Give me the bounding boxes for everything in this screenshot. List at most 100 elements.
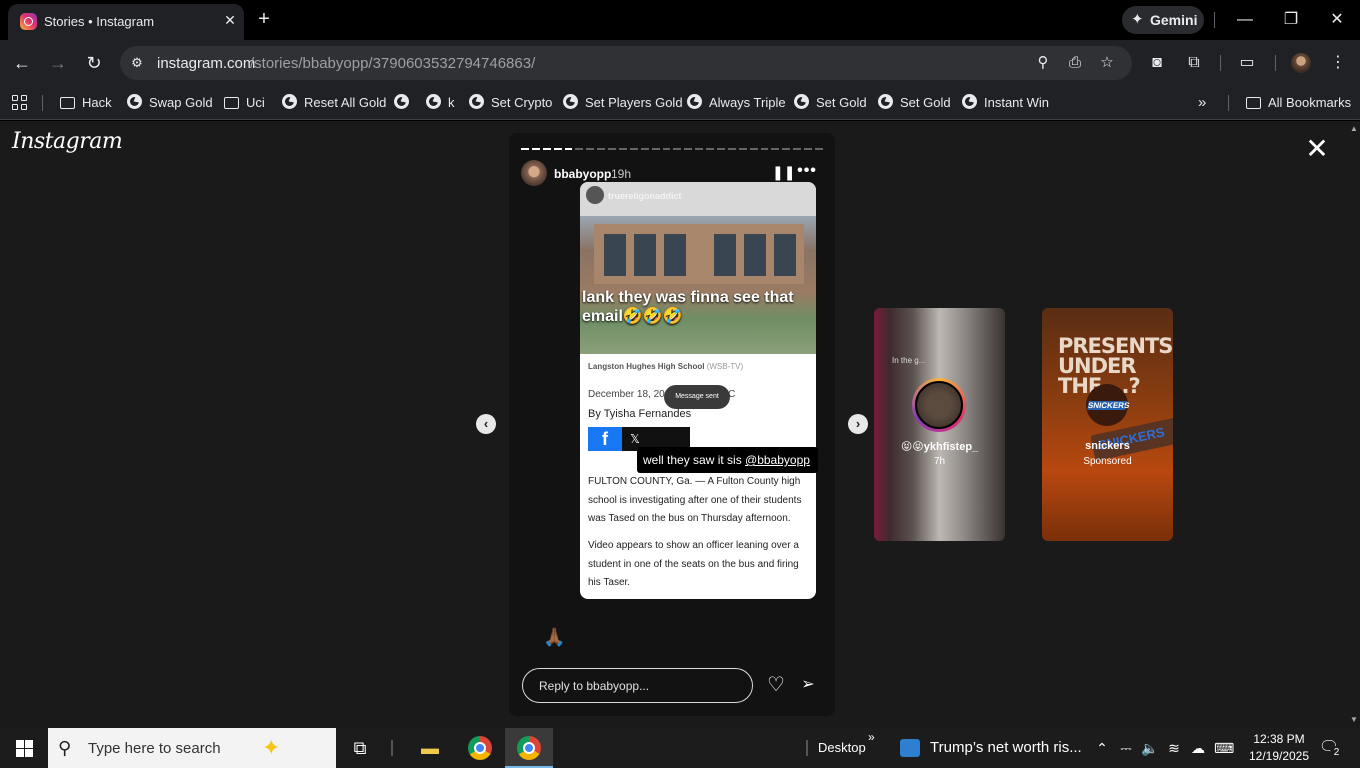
bookmark-hack[interactable]: Hack [60, 92, 112, 114]
notification-count-badge: 2 [1330, 746, 1343, 759]
browser-toolbar: ← → ↻ ⚙ instagram.com /stories/bbabyopp/… [0, 40, 1360, 86]
extensions-icon[interactable]: ⧉ [1183, 52, 1205, 74]
news-widget-text[interactable]: Trump’s net worth ris... [930, 739, 1082, 756]
story-progress-bar [521, 148, 823, 150]
progress-segment [521, 148, 529, 150]
show-hidden-icons-chevron-icon[interactable]: ⌃ [1092, 738, 1112, 758]
page-scrollbar[interactable]: ▲ ▼ [1348, 121, 1360, 728]
bookmark-set-crypto[interactable]: Set Crypto [469, 92, 552, 114]
divider [1220, 55, 1221, 71]
sticker-mention[interactable]: @bbabyopp [745, 453, 810, 467]
windows-start-icon[interactable] [0, 728, 48, 768]
bookmark-always-triple[interactable]: Always Triple [687, 92, 786, 114]
reply-input[interactable] [522, 668, 753, 703]
bookmark-swap-gold[interactable]: Swap Gold [127, 92, 213, 114]
story-user-avatar[interactable] [521, 160, 547, 186]
taskbar-search-box[interactable]: ⚲ Type here to search ✦ [48, 728, 336, 768]
story-timestamp: 19h [611, 167, 632, 181]
bookmark-label: Set Crypto [491, 95, 553, 110]
incognito-glasses-icon[interactable]: ◙ [1146, 52, 1168, 74]
all-bookmarks-button[interactable]: All Bookmarks [1246, 92, 1351, 114]
menu-dots-icon[interactable]: ⋮ [1327, 52, 1349, 74]
bookmark-star-icon[interactable]: ☆ [1097, 53, 1117, 73]
tab-instagram-stories[interactable]: Stories • Instagram ✕ [8, 4, 244, 40]
instagram-logo[interactable]: Instagram [12, 129, 123, 154]
preview-username: 😝😝ykhfistep_ [900, 441, 979, 453]
profile-avatar[interactable] [1291, 53, 1311, 73]
wifi-icon[interactable]: ≋ [1164, 738, 1184, 758]
more-options-icon[interactable]: ••• [797, 163, 817, 179]
onedrive-icon[interactable]: ☁ [1188, 738, 1208, 758]
bookmark-unnamed[interactable] [394, 92, 416, 114]
next-story-preview[interactable]: In the g... 😝😝ykhfistep_ 7h [874, 308, 1005, 541]
progress-segment [782, 148, 791, 150]
reload-icon[interactable]: ↻ [81, 50, 107, 76]
progress-segment [749, 148, 758, 150]
embedded-screenshot: truereligonaddict lank they was finna se… [580, 182, 816, 599]
taskbar-divider [391, 740, 393, 756]
tab-search-icon[interactable]: ▭ [1236, 52, 1258, 74]
forward-arrow-icon[interactable]: → [45, 50, 71, 76]
reaction-emoji[interactable]: 🙏🏾 [543, 627, 565, 648]
window-close-icon[interactable]: ✕ [1325, 8, 1349, 32]
back-arrow-icon[interactable]: ← [9, 50, 35, 76]
preview-time: 7h [933, 456, 946, 467]
file-explorer-icon[interactable]: ▬ [416, 734, 444, 762]
progress-segment [684, 148, 693, 150]
gemini-button[interactable]: ✦ Gemini [1122, 6, 1204, 34]
like-heart-icon[interactable]: ♡ [765, 674, 787, 696]
address-bar[interactable]: ⚙ instagram.com /stories/bbabyopp/379060… [120, 46, 1132, 80]
progress-segment [629, 148, 638, 150]
story-username[interactable]: bbabyopp [554, 167, 611, 181]
minimize-icon[interactable]: — [1233, 8, 1257, 32]
apps-grid-icon[interactable] [12, 95, 28, 111]
sticker-text: well they saw it sis [643, 453, 746, 467]
volume-icon[interactable]: 🔈 [1140, 738, 1160, 758]
bookmark-reset-all-gold[interactable]: Reset All Gold [282, 92, 386, 114]
taskbar-divider [806, 740, 808, 756]
photo-caption-text: Langston Hughes High School [588, 362, 705, 371]
task-view-icon[interactable]: ⧉ [346, 734, 374, 762]
bookmark-label: k [448, 95, 455, 110]
chrome-active-window[interactable] [505, 728, 553, 768]
send-icon[interactable]: ➢ [797, 674, 819, 696]
keyboard-icon[interactable]: ⌨ [1214, 738, 1234, 758]
facebook-share-icon: f [588, 427, 622, 451]
clock-date[interactable]: 12/19/2025 [1246, 749, 1312, 763]
site-info-icon[interactable]: ⚙ [128, 54, 146, 72]
restore-icon[interactable]: ❐ [1279, 8, 1303, 32]
bookmark-uci[interactable]: Uci [224, 92, 265, 114]
bookmark-set-players-gold[interactable]: Set Players Gold [563, 92, 683, 114]
bookmark-k[interactable]: k [426, 92, 455, 114]
folder-icon [60, 97, 75, 109]
bookmarks-overflow-chevron-icon[interactable]: » [1198, 92, 1206, 114]
install-app-icon[interactable]: ⎙ [1065, 53, 1085, 73]
message-sent-toast: Message sent [664, 385, 730, 409]
previous-story-arrow-icon[interactable]: ‹ [476, 414, 496, 434]
network-icon[interactable]: ⎓ [1116, 738, 1136, 758]
scroll-up-icon[interactable]: ▲ [1350, 124, 1358, 133]
story-caption: lank they was finna see that email🤣🤣🤣 [582, 289, 794, 325]
tab-close-icon[interactable]: ✕ [220, 10, 240, 30]
progress-segment [738, 148, 747, 150]
close-stories-icon[interactable]: ✕ [1302, 135, 1332, 165]
next-story-arrow-icon[interactable]: › [848, 414, 868, 434]
desktop-chevron-icon[interactable]: » [868, 730, 875, 744]
article-byline: By Tyisha Fernandes [588, 408, 692, 420]
folder-icon [224, 97, 239, 109]
bookmark-instant-win[interactable]: Instant Win [962, 92, 1049, 114]
search-placeholder: Type here to search [88, 740, 221, 757]
story-viewer[interactable]: bbabyopp 19h ❚❚ ••• truereligonaddict la… [509, 133, 835, 716]
scroll-down-icon[interactable]: ▼ [1350, 715, 1358, 724]
zoom-icon[interactable]: ⚲ [1033, 53, 1053, 73]
news-widget-icon[interactable] [900, 739, 920, 757]
clock-time[interactable]: 12:38 PM [1246, 732, 1312, 746]
globe-icon [962, 94, 977, 109]
bookmark-set-gold[interactable]: Set Gold [794, 92, 867, 114]
chrome-icon[interactable] [468, 736, 492, 760]
bookmark-set-gold-2[interactable]: Set Gold [878, 92, 951, 114]
desktop-toolbar[interactable]: Desktop [818, 740, 866, 755]
pause-icon[interactable]: ❚❚ [772, 165, 795, 179]
new-tab-button[interactable]: + [254, 8, 274, 32]
sponsored-story-preview[interactable]: PRESENTS UNDER THE ...? SNICKERS SNICKER… [1042, 308, 1173, 541]
